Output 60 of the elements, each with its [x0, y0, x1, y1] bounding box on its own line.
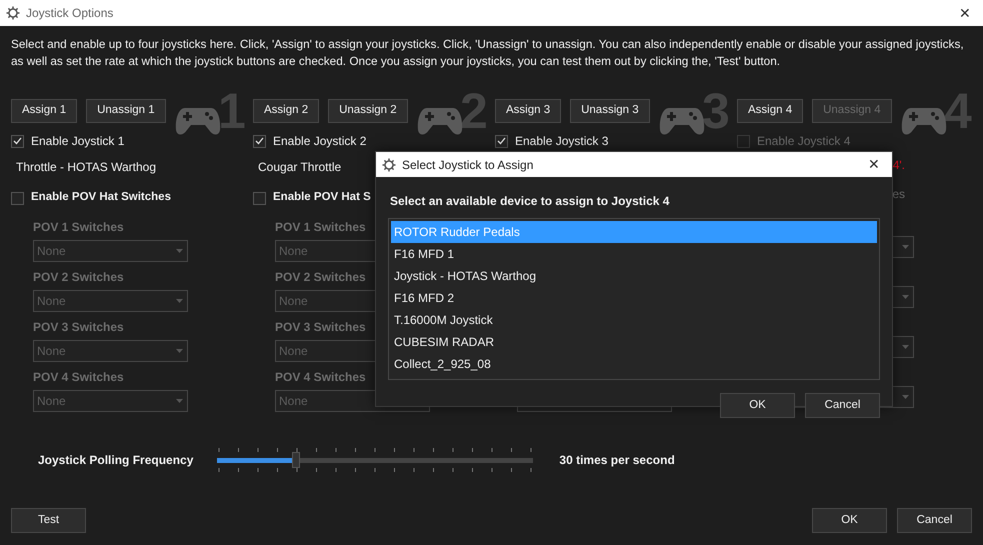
assign-button[interactable]: Assign 2 [253, 99, 320, 123]
checkbox-label: Enable POV Hat S [273, 190, 371, 206]
checkbox[interactable] [253, 192, 266, 204]
caret-icon [902, 395, 909, 399]
field-label: POV 1 Switches [33, 219, 124, 236]
assign-button[interactable]: Assign 1 [11, 99, 78, 123]
list-item[interactable]: Joystick - HOTAS Warthog [391, 265, 877, 287]
close-button[interactable]: ✕ [862, 154, 886, 175]
device-list[interactable]: ROTOR Rudder Pedals F16 MFD 1 Joystick - HOTAS Warthog F16 MFD 2 T.16000M Joystick CUBESIM RADAR Collect_2_925_08 [388, 218, 880, 380]
instructions-text: Select and enable up to four joysticks here. Click, 'Assign' to assign your joysticks. Click, 'Unassign' to unassign. You can also independently enable or disable your assigned joysticks, as well as set the rate at which the joystick buttons are checked. Once you assign your joysticks, you can test them out by clicking the, 'Test' button. [10, 36, 965, 70]
caret-icon [902, 245, 909, 249]
unassign-button[interactable]: Unassign 2 [328, 99, 408, 123]
field-label: POV 2 Switches [275, 269, 366, 286]
cancel-button[interactable]: Cancel [897, 508, 972, 533]
caret-icon [902, 295, 909, 299]
field-label: POV 4 Switches [275, 369, 366, 386]
field-label: POV 1 Switches [275, 219, 366, 236]
field-label: POV 3 Switches [33, 319, 124, 336]
checkbox[interactable] [11, 192, 24, 204]
list-item[interactable]: T.16000M Joystick [391, 309, 877, 331]
checkbox[interactable] [11, 134, 24, 148]
dialog-prompt: Select an available device to assign to Joystick 4 [389, 193, 670, 210]
slider[interactable] [217, 448, 534, 472]
ok-button[interactable]: OK [720, 393, 795, 418]
close-button[interactable]: ✕ [953, 2, 977, 24]
caret-icon [176, 299, 183, 303]
test-button[interactable]: Test [11, 508, 86, 533]
field-label: POV 4 Switches [33, 369, 124, 386]
unassign-button[interactable]: Unassign 3 [570, 99, 650, 123]
checkbox-label: Enable Joystick 3 [515, 133, 608, 150]
field-label: POV 2 Switches [33, 269, 124, 286]
checkbox-label: es [892, 186, 905, 203]
cancel-button[interactable]: Cancel [805, 393, 880, 418]
caret-icon [176, 349, 183, 353]
checkbox-label: Enable Joystick 4 [757, 133, 850, 150]
caret-icon [176, 249, 183, 253]
checkbox-label: Enable Joystick 2 [273, 133, 366, 150]
app-icon [382, 158, 396, 172]
slider-value: 30 times per second [559, 452, 675, 469]
error-message: 4'. [892, 157, 905, 174]
slider-label: Joystick Polling Frequency [38, 452, 194, 469]
checkbox-label: Enable Joystick 1 [31, 133, 124, 150]
gamepad-icon [175, 106, 221, 136]
unassign-button[interactable]: Unassign 1 [86, 99, 166, 123]
dialog-title: Select Joystick to Assign [402, 156, 534, 174]
field-label: POV 3 Switches [275, 319, 366, 336]
gamepad-icon [417, 106, 463, 136]
checkbox-label: Enable POV Hat Switches [31, 190, 171, 206]
caret-icon [902, 345, 909, 349]
device-name: Throttle - HOTAS Warthog [16, 159, 156, 176]
assign-button[interactable]: Assign 3 [495, 99, 562, 123]
gamepad-icon [659, 106, 705, 136]
checkbox[interactable] [495, 134, 508, 148]
app-icon [6, 6, 20, 20]
device-name: Cougar Throttle [258, 159, 342, 176]
window-title: Joystick Options [26, 5, 114, 22]
ok-button[interactable]: OK [812, 508, 887, 533]
assign-button[interactable]: Assign 4 [737, 99, 804, 123]
caret-icon [176, 399, 183, 403]
checkbox[interactable] [253, 134, 266, 148]
